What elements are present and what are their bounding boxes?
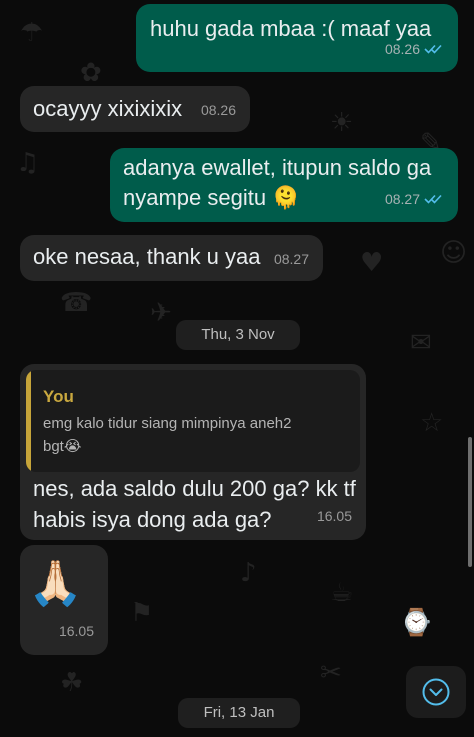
message-meta: 16.05 — [317, 501, 352, 531]
message-time: 08.27 — [273, 251, 309, 267]
message-time: 08.26 — [200, 102, 236, 118]
message-outgoing[interactable]: huhu gada mbaa :( maaf yaa 08.26 — [136, 4, 458, 72]
message-meta: 08.27 — [274, 244, 309, 274]
date-separator: Fri, 13 Jan — [178, 698, 300, 728]
message-text: ocayyy xixixixix — [33, 96, 183, 121]
message-incoming[interactable]: ocayyy xixixixix 08.26 — [20, 86, 250, 132]
scroll-to-bottom-button[interactable] — [406, 666, 466, 718]
message-meta: 08.26 — [201, 95, 236, 125]
message-text-line: habis isya dong ada ga? — [33, 507, 272, 532]
message-meta: 16.05 — [59, 616, 94, 646]
message-time: 08.27 — [384, 191, 420, 207]
reply-quote-author: You — [43, 387, 74, 406]
crying-face-emoji: 😭 — [63, 437, 82, 455]
message-incoming-reply[interactable]: You emg kalo tidur siang mimpinya aneh2 … — [20, 364, 366, 540]
reply-quote-line: emg kalo tidur siang mimpinya aneh2 — [43, 415, 292, 432]
reply-quote[interactable]: You emg kalo tidur siang mimpinya aneh2 … — [26, 370, 360, 472]
message-time: 16.05 — [316, 508, 352, 524]
message-meta: 08.26 — [385, 34, 444, 64]
message-text-line: nes, ada saldo dulu 200 ga? kk tf — [33, 476, 356, 501]
date-separator: Thu, 3 Nov — [176, 320, 300, 350]
message-incoming[interactable]: oke nesaa, thank u yaa 08.27 — [20, 235, 323, 281]
reply-quote-line: bgt — [43, 438, 64, 455]
double-check-icon — [424, 44, 442, 54]
chevron-down-circle-icon — [422, 678, 450, 706]
message-meta: 08.27 — [385, 184, 444, 214]
message-text: oke nesaa, thank u yaa — [33, 244, 261, 269]
message-incoming-emoji[interactable]: 🙏🏻 16.05 — [20, 545, 108, 655]
message-time: 16.05 — [58, 623, 94, 639]
melting-face-emoji: 🫠 — [272, 186, 300, 211]
reply-quote-text: emg kalo tidur siang mimpinya aneh2 bgt😭 — [43, 412, 350, 458]
folded-hands-emoji: 🙏🏻 — [28, 558, 83, 609]
reply-quote-bar — [26, 370, 31, 472]
message-time: 08.26 — [384, 41, 420, 57]
message-text-line: nyampe segitu — [123, 185, 267, 210]
scrollbar-thumb[interactable] — [468, 437, 472, 567]
message-text-line: adanya ewallet, itupun saldo ga — [123, 155, 432, 180]
message-outgoing[interactable]: adanya ewallet, itupun saldo ga nyampe s… — [110, 148, 458, 222]
double-check-icon — [424, 194, 442, 204]
